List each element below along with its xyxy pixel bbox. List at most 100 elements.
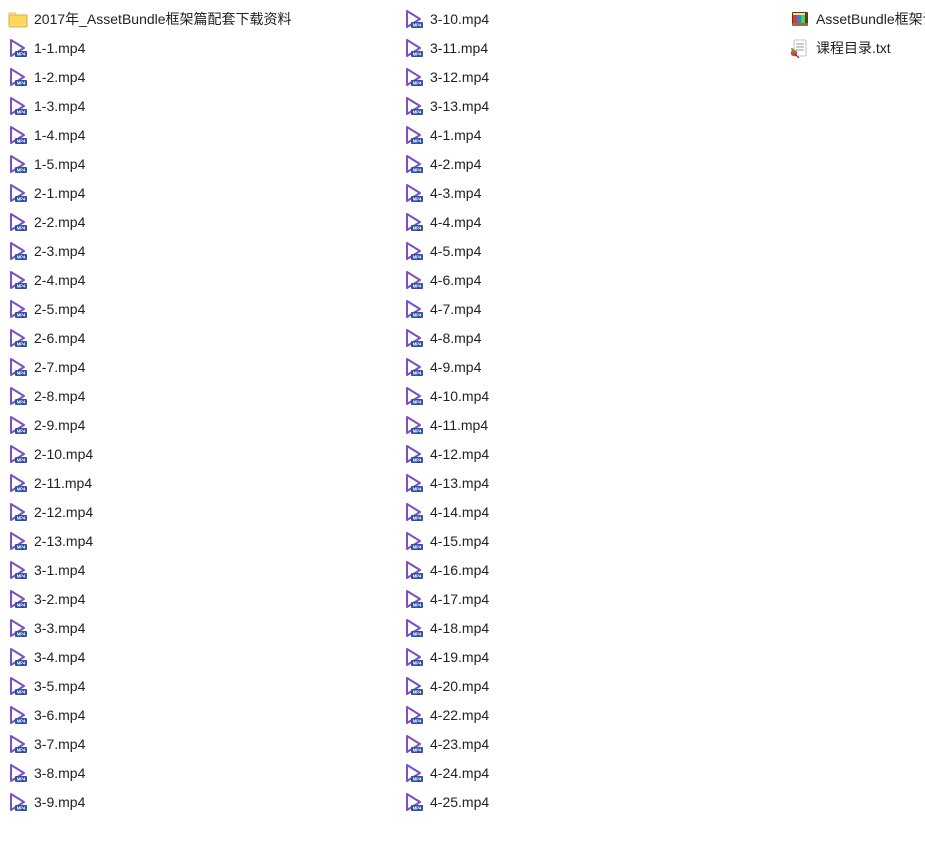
video-file-icon — [404, 154, 424, 174]
file-item[interactable]: 1-3.mp4 — [6, 91, 392, 120]
file-item[interactable]: 4-24.mp4 — [402, 758, 778, 787]
file-item[interactable]: 3-6.mp4 — [6, 700, 392, 729]
file-name-label: 4-24.mp4 — [430, 765, 489, 781]
file-name-label: 2-9.mp4 — [34, 417, 85, 433]
file-name-label: 3-10.mp4 — [430, 11, 489, 27]
file-item[interactable]: 2-4.mp4 — [6, 265, 392, 294]
file-item[interactable]: 1-4.mp4 — [6, 120, 392, 149]
file-item[interactable]: 1-1.mp4 — [6, 33, 392, 62]
file-item[interactable]: 4-14.mp4 — [402, 497, 533, 526]
file-name-label: 4-8.mp4 — [430, 330, 481, 346]
video-file-icon — [8, 67, 28, 87]
video-file-icon — [404, 386, 424, 406]
file-item[interactable]: 4-9.mp4 — [402, 352, 533, 381]
file-name-label: 1-1.mp4 — [34, 40, 85, 56]
file-name-label: 3-7.mp4 — [34, 736, 85, 752]
video-file-icon — [404, 9, 424, 29]
file-name-label: 4-13.mp4 — [430, 475, 489, 491]
file-item[interactable]: 3-7.mp4 — [6, 729, 392, 758]
file-name-label: 1-4.mp4 — [34, 127, 85, 143]
video-file-icon — [404, 96, 424, 116]
file-item[interactable]: 4-7.mp4 — [402, 294, 533, 323]
file-name-label: 4-20.mp4 — [430, 678, 489, 694]
file-item[interactable]: 4-1.mp4 — [402, 120, 533, 149]
video-file-icon — [8, 386, 28, 406]
file-name-label: 4-11.mp4 — [430, 417, 488, 433]
video-file-icon — [404, 502, 424, 522]
file-item[interactable]: 4-19.mp4 — [402, 642, 533, 671]
file-item[interactable]: 2-8.mp4 — [6, 381, 392, 410]
file-name-label: 2-3.mp4 — [34, 243, 85, 259]
file-name-label: 2017年_AssetBundle框架篇配套下载资料 — [34, 9, 292, 29]
file-item[interactable]: 4-16.mp4 — [402, 555, 533, 584]
file-item[interactable]: 1-5.mp4 — [6, 149, 392, 178]
file-item[interactable]: 4-5.mp4 — [402, 236, 533, 265]
video-file-icon — [404, 415, 424, 435]
video-file-icon — [404, 531, 424, 551]
video-file-icon — [404, 792, 424, 812]
file-item[interactable]: 2-5.mp4 — [6, 294, 392, 323]
file-item[interactable]: 4-4.mp4 — [402, 207, 533, 236]
file-item[interactable]: 4-6.mp4 — [402, 265, 533, 294]
file-item[interactable]: 3-3.mp4 — [6, 613, 392, 642]
file-item[interactable]: 4-25.mp4 — [402, 787, 778, 816]
video-file-icon — [8, 241, 28, 261]
file-name-label: 4-16.mp4 — [430, 562, 489, 578]
file-item[interactable]: 3-9.mp4 — [6, 787, 137, 816]
file-item[interactable]: 4-11.mp4 — [402, 410, 533, 439]
file-name-label: 2-10.mp4 — [34, 446, 93, 462]
file-item[interactable]: 4-3.mp4 — [402, 178, 533, 207]
file-item[interactable]: 3-10.mp4 — [402, 4, 533, 33]
file-item[interactable]: 4-10.mp4 — [402, 381, 533, 410]
file-name-label: 4-6.mp4 — [430, 272, 481, 288]
file-item[interactable]: 4-20.mp4 — [402, 671, 533, 700]
file-item[interactable]: 2-1.mp4 — [6, 178, 392, 207]
file-item[interactable]: 3-2.mp4 — [6, 584, 392, 613]
file-name-label: 3-6.mp4 — [34, 707, 85, 723]
video-file-icon — [8, 618, 28, 638]
file-item[interactable]: 3-13.mp4 — [402, 91, 533, 120]
file-item[interactable]: 3-1.mp4 — [6, 555, 392, 584]
file-item[interactable]: 1-2.mp4 — [6, 62, 392, 91]
file-name-label: 3-8.mp4 — [34, 765, 85, 781]
video-file-icon — [8, 792, 28, 812]
file-name-label: 4-15.mp4 — [430, 533, 489, 549]
file-item[interactable]: 3-5.mp4 — [6, 671, 392, 700]
file-item[interactable]: 4-17.mp4 — [402, 584, 533, 613]
file-name-label: 3-2.mp4 — [34, 591, 85, 607]
file-name-label: 4-3.mp4 — [430, 185, 481, 201]
file-item[interactable]: 2-6.mp4 — [6, 323, 392, 352]
file-item[interactable]: 2-10.mp4 — [6, 439, 392, 468]
video-file-icon — [8, 763, 28, 783]
file-item[interactable]: 2-12.mp4 — [6, 497, 392, 526]
file-item[interactable]: 2-13.mp4 — [6, 526, 392, 555]
file-item[interactable]: 4-18.mp4 — [402, 613, 533, 642]
file-item[interactable]: 2-9.mp4 — [6, 410, 392, 439]
file-item[interactable]: 3-12.mp4 — [402, 62, 533, 91]
file-item[interactable]: 4-15.mp4 — [402, 526, 533, 555]
video-file-icon — [404, 328, 424, 348]
file-item[interactable]: 4-22.mp4 — [402, 700, 778, 729]
video-file-icon — [404, 763, 424, 783]
file-item[interactable]: 2-3.mp4 — [6, 236, 392, 265]
file-name-label: 2-7.mp4 — [34, 359, 85, 375]
file-item[interactable]: 2-2.mp4 — [6, 207, 392, 236]
file-item[interactable]: 4-8.mp4 — [402, 323, 533, 352]
file-name-label: 4-9.mp4 — [430, 359, 481, 375]
file-item[interactable]: 2-7.mp4 — [6, 352, 392, 381]
file-item[interactable]: 3-8.mp4 — [6, 758, 137, 787]
file-item[interactable]: 课程目录.txt — [788, 33, 925, 62]
file-name-label: 4-19.mp4 — [430, 649, 489, 665]
file-item[interactable]: 2017年_AssetBundle框架篇配套下载资料 — [6, 4, 392, 33]
file-item[interactable]: 4-13.mp4 — [402, 468, 533, 497]
file-item[interactable]: 4-2.mp4 — [402, 149, 533, 178]
file-item[interactable]: 4-12.mp4 — [402, 439, 533, 468]
file-item[interactable]: 3-4.mp4 — [6, 642, 392, 671]
file-item[interactable]: AssetBundle框架设计_框架篇 代码工程.zip — [788, 4, 925, 33]
video-file-icon — [8, 299, 28, 319]
file-item[interactable]: 2-11.mp4 — [6, 468, 392, 497]
file-item[interactable]: 4-23.mp4 — [402, 729, 778, 758]
file-name-label: 2-6.mp4 — [34, 330, 85, 346]
file-item[interactable]: 3-11.mp4 — [402, 33, 533, 62]
video-file-icon — [8, 531, 28, 551]
